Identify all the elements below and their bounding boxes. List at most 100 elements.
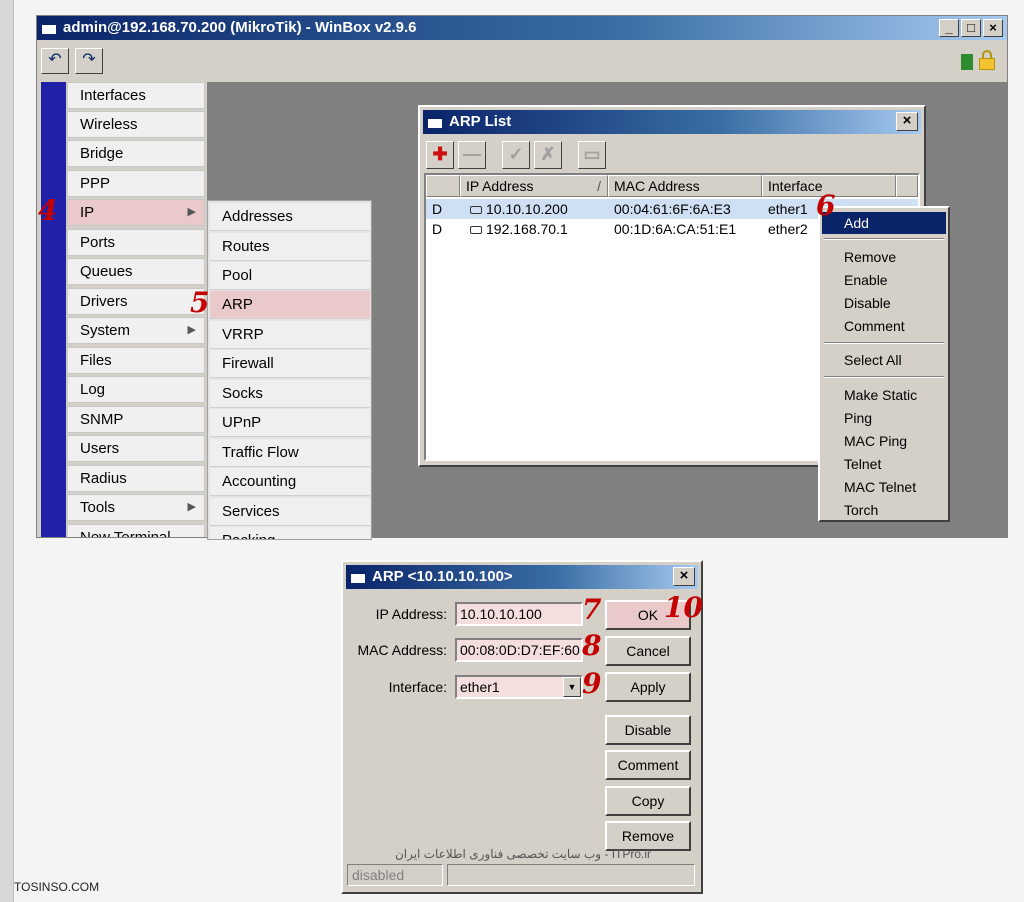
- mac-address-label: MAC Address:: [357, 642, 447, 658]
- row-flag: D: [432, 201, 443, 217]
- maximize-button[interactable]: □: [961, 19, 981, 37]
- menu-separator: [824, 342, 944, 344]
- ip-address-field[interactable]: 10.10.10.100: [455, 602, 583, 626]
- arp-dialog-close-button[interactable]: ×: [673, 567, 695, 586]
- column-header-ip-address[interactable]: IP Address /: [460, 175, 608, 197]
- menu-item-ppp[interactable]: PPP: [67, 170, 205, 197]
- ip-address-label: IP Address:: [375, 606, 447, 622]
- submenu-item-arp[interactable]: ARP: [210, 291, 370, 319]
- close-button[interactable]: ×: [983, 19, 1003, 37]
- minimize-button[interactable]: _: [939, 19, 959, 37]
- submenu-item-traffic-flow[interactable]: Traffic Flow: [210, 439, 370, 467]
- menu-item-files[interactable]: Files: [67, 347, 205, 374]
- context-item-disable[interactable]: Disable: [822, 292, 946, 314]
- mac-address-field[interactable]: 00:08:0D:D7:EF:60: [455, 638, 583, 662]
- submenu-item-addresses[interactable]: Addresses: [210, 203, 370, 231]
- lock-icon: [979, 50, 995, 70]
- status-disabled: disabled: [347, 864, 443, 886]
- context-item-comment[interactable]: Comment: [822, 315, 946, 337]
- undo-button[interactable]: ↶: [41, 48, 69, 74]
- comment-button[interactable]: ▭: [578, 141, 606, 169]
- disable-button[interactable]: Disable: [605, 715, 691, 745]
- column-header-flag[interactable]: [426, 175, 460, 197]
- context-item-mac-telnet[interactable]: MAC Telnet: [822, 476, 946, 498]
- cancel-button[interactable]: Cancel: [605, 636, 691, 666]
- menu-item-snmp[interactable]: SNMP: [67, 406, 205, 433]
- redo-icon: ↷: [82, 51, 96, 68]
- row-interface: ether1: [768, 201, 808, 217]
- ip-submenu: Addresses Routes Pool ARP VRRP Firewall …: [207, 200, 372, 540]
- arp-list-title-bar: ARP List ×: [423, 110, 921, 134]
- menu-item-new-terminal[interactable]: New Terminal: [67, 524, 205, 537]
- submenu-item-packing[interactable]: Packing: [210, 527, 370, 539]
- redo-button[interactable]: ↷: [75, 48, 103, 74]
- menu-item-radius[interactable]: Radius: [67, 465, 205, 492]
- submenu-item-services[interactable]: Services: [210, 498, 370, 526]
- submenu-arrow-icon: ▶: [187, 324, 196, 336]
- arp-entry-dialog: ARP <10.10.10.100> × IP Address: 10.10.1…: [341, 560, 703, 894]
- arp-entry-icon: [470, 226, 482, 235]
- menu-item-ports[interactable]: Ports: [67, 229, 205, 256]
- menu-item-ip[interactable]: IP ▶: [67, 199, 205, 226]
- tosinso-watermark: TOSINSO.COM: [14, 880, 100, 894]
- menu-item-drivers[interactable]: Drivers: [67, 288, 205, 315]
- step-number-6: 6: [816, 189, 836, 222]
- step-number-10: 10: [664, 591, 703, 624]
- submenu-item-accounting[interactable]: Accounting: [210, 468, 370, 496]
- row-flag: D: [432, 221, 443, 237]
- context-item-select-all[interactable]: Select All: [822, 349, 946, 371]
- row-mac: 00:04:61:6F:6A:E3: [614, 201, 731, 217]
- context-item-remove[interactable]: Remove: [822, 246, 946, 268]
- menu-separator: [824, 376, 944, 378]
- disable-button[interactable]: ✗: [534, 141, 562, 169]
- status-bar-blank: [447, 864, 695, 886]
- remove-button[interactable]: —: [458, 141, 486, 169]
- plus-icon: ✚: [432, 144, 448, 164]
- context-item-torch[interactable]: Torch: [822, 499, 946, 521]
- note-icon: ▭: [583, 144, 601, 164]
- copy-button[interactable]: Copy: [605, 786, 691, 816]
- interface-select[interactable]: ether1 ▼: [455, 675, 583, 699]
- window-icon: [428, 116, 442, 128]
- menu-item-system[interactable]: System ▶: [67, 317, 205, 344]
- column-header-chooser[interactable]: [896, 175, 918, 197]
- chevron-down-icon: ▼: [563, 677, 581, 697]
- menu-item-users[interactable]: Users: [67, 435, 205, 462]
- page-left-strip: [0, 0, 14, 902]
- enable-button[interactable]: ✓: [502, 141, 530, 169]
- submenu-item-pool[interactable]: Pool: [210, 262, 370, 290]
- menu-item-log[interactable]: Log: [67, 376, 205, 403]
- arp-list-title: ARP List: [449, 113, 512, 130]
- sort-icon: /: [597, 178, 601, 194]
- submenu-item-routes[interactable]: Routes: [210, 233, 370, 261]
- row-interface: ether2: [768, 221, 808, 237]
- menu-item-tools[interactable]: Tools ▶: [67, 494, 205, 521]
- context-menu: Add Remove Enable Disable Comment Select…: [818, 206, 950, 522]
- arp-list-close-button[interactable]: ×: [896, 112, 918, 131]
- context-item-make-static[interactable]: Make Static: [822, 384, 946, 406]
- apply-button[interactable]: Apply: [605, 672, 691, 702]
- comment-button[interactable]: Comment: [605, 750, 691, 780]
- context-item-enable[interactable]: Enable: [822, 269, 946, 291]
- arp-entry-icon: [470, 206, 482, 215]
- column-header-mac-address[interactable]: MAC Address: [608, 175, 762, 197]
- menu-item-queues[interactable]: Queues: [67, 258, 205, 285]
- minus-icon: —: [463, 144, 481, 164]
- add-button[interactable]: ✚: [426, 141, 454, 169]
- context-item-add[interactable]: Add: [822, 212, 946, 234]
- menu-item-wireless[interactable]: Wireless: [67, 111, 205, 138]
- check-icon: ✓: [508, 144, 524, 164]
- winbox-toolbar: ↶ ↷: [37, 42, 1007, 78]
- submenu-item-upnp[interactable]: UPnP: [210, 409, 370, 437]
- winbox-title: admin@192.168.70.200 (MikroTik) - WinBox…: [63, 19, 417, 36]
- context-item-mac-ping[interactable]: MAC Ping: [822, 430, 946, 452]
- submenu-item-firewall[interactable]: Firewall: [210, 350, 370, 378]
- context-item-telnet[interactable]: Telnet: [822, 453, 946, 475]
- submenu-item-vrrp[interactable]: VRRP: [210, 321, 370, 349]
- row-ip: 192.168.70.1: [470, 219, 568, 239]
- step-number-7: 7: [582, 593, 602, 626]
- menu-item-bridge[interactable]: Bridge: [67, 140, 205, 167]
- submenu-item-socks[interactable]: Socks: [210, 380, 370, 408]
- context-item-ping[interactable]: Ping: [822, 407, 946, 429]
- menu-item-interfaces[interactable]: Interfaces: [67, 82, 205, 109]
